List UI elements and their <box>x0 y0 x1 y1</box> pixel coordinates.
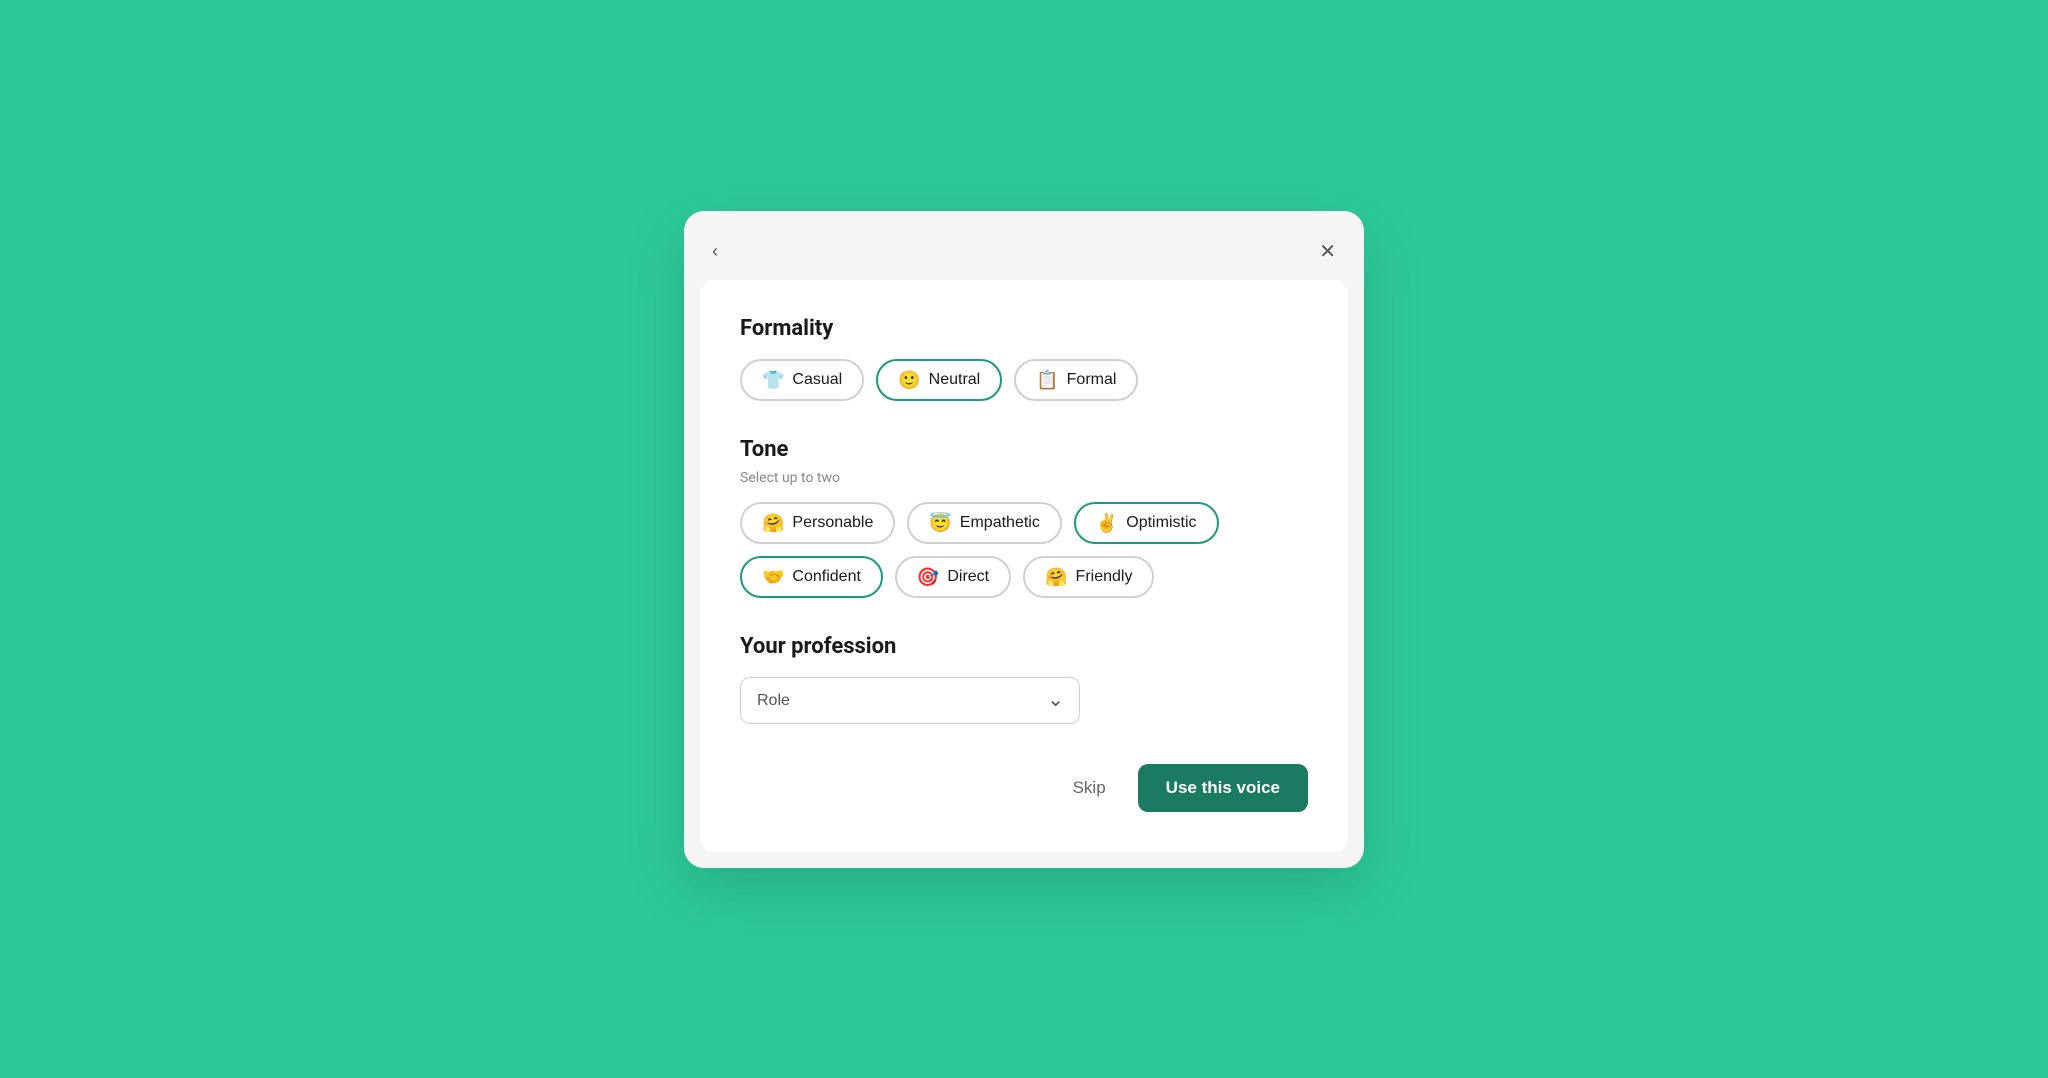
formality-title: Formality <box>740 316 1308 341</box>
empathetic-label: Empathetic <box>960 514 1040 532</box>
personable-icon: 🤗 <box>762 514 784 532</box>
neutral-label: Neutral <box>929 371 981 389</box>
empathetic-icon: 😇 <box>929 514 951 532</box>
optimistic-label: Optimistic <box>1126 514 1196 532</box>
tone-direct[interactable]: 🎯 Direct <box>895 556 1011 598</box>
tone-personable[interactable]: 🤗 Personable <box>740 502 895 544</box>
neutral-icon: 🙂 <box>898 371 920 389</box>
formal-label: Formal <box>1067 371 1117 389</box>
confident-label: Confident <box>792 568 861 586</box>
back-button[interactable]: ‹ <box>704 237 726 266</box>
friendly-label: Friendly <box>1076 568 1133 586</box>
tone-empathetic[interactable]: 😇 Empathetic <box>907 502 1061 544</box>
casual-icon: 👕 <box>762 371 784 389</box>
close-button[interactable]: ✕ <box>1311 235 1344 268</box>
tone-optimistic[interactable]: ✌️ Optimistic <box>1074 502 1219 544</box>
close-icon: ✕ <box>1319 239 1336 264</box>
formality-neutral[interactable]: 🙂 Neutral <box>876 359 1002 401</box>
modal-container: ‹ ✕ Formality 👕 Casual 🙂 Neutral 📋 Forma <box>684 211 1364 868</box>
formal-icon: 📋 <box>1036 371 1058 389</box>
casual-label: Casual <box>792 371 842 389</box>
profession-title: Your profession <box>740 634 1308 659</box>
formality-formal[interactable]: 📋 Formal <box>1014 359 1138 401</box>
modal-header: ‹ ✕ <box>700 227 1348 280</box>
profession-select[interactable]: Role Engineer Designer Manager Writer Ot… <box>740 677 1080 724</box>
direct-icon: 🎯 <box>917 568 939 586</box>
optimistic-icon: ✌️ <box>1096 514 1118 532</box>
profession-select-wrapper: Role Engineer Designer Manager Writer Ot… <box>740 677 1080 724</box>
tone-confident[interactable]: 🤝 Confident <box>740 556 883 598</box>
back-icon: ‹ <box>712 241 718 262</box>
formality-section: Formality 👕 Casual 🙂 Neutral 📋 Formal <box>740 316 1308 401</box>
use-voice-button[interactable]: Use this voice <box>1138 764 1308 812</box>
modal-body: Formality 👕 Casual 🙂 Neutral 📋 Formal To… <box>700 280 1348 852</box>
skip-button[interactable]: Skip <box>1065 768 1114 808</box>
tone-friendly[interactable]: 🤗 Friendly <box>1023 556 1154 598</box>
friendly-icon: 🤗 <box>1045 568 1067 586</box>
direct-label: Direct <box>947 568 989 586</box>
formality-casual[interactable]: 👕 Casual <box>740 359 864 401</box>
tone-options: 🤗 Personable 😇 Empathetic ✌️ Optimistic … <box>740 502 1308 598</box>
footer-actions: Skip Use this voice <box>740 760 1308 812</box>
tone-title: Tone <box>740 437 1308 462</box>
tone-subtitle: Select up to two <box>740 470 1308 486</box>
confident-icon: 🤝 <box>762 568 784 586</box>
formality-options: 👕 Casual 🙂 Neutral 📋 Formal <box>740 359 1308 401</box>
personable-label: Personable <box>792 514 873 532</box>
tone-section: Tone Select up to two 🤗 Personable 😇 Emp… <box>740 437 1308 598</box>
profession-section: Your profession Role Engineer Designer M… <box>740 634 1308 724</box>
